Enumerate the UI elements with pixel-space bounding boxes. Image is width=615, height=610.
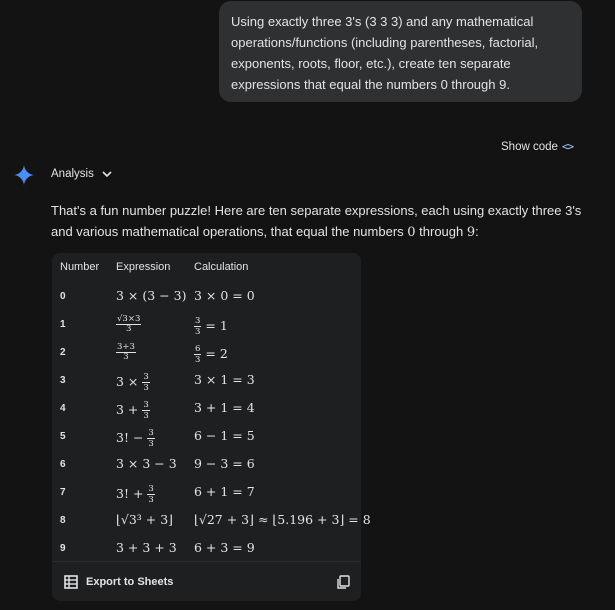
row-number: 3 bbox=[60, 375, 66, 386]
user-message-bubble: Using exactly three 3's (3 3 3) and any … bbox=[219, 1, 582, 102]
analysis-toggle[interactable]: Analysis bbox=[51, 168, 112, 180]
user-message-text: Using exactly three 3's (3 3 3) and any … bbox=[231, 14, 539, 92]
row-expression: ⌊√3³ + 3⌋ bbox=[116, 512, 174, 527]
row-calculation: 33 = 1 bbox=[194, 316, 228, 337]
sheets-icon bbox=[64, 575, 78, 589]
row-calculation: 6 + 1 = 7 bbox=[194, 484, 255, 499]
row-number: 7 bbox=[60, 487, 66, 498]
table-footer: Export to Sheets bbox=[52, 561, 361, 602]
row-number: 6 bbox=[60, 459, 66, 470]
table-row: 0 3 × (3 − 3) 3 × 0 = 0 bbox=[52, 283, 361, 311]
row-number: 9 bbox=[60, 543, 66, 554]
table-row: 8 ⌊√3³ + 3⌋ ⌊√27 + 3⌋ ≈ ⌊5.196 + 3⌋ = 8 bbox=[52, 507, 371, 535]
row-calculation: 3 × 0 = 0 bbox=[194, 288, 255, 303]
show-code-button[interactable]: Show code <> bbox=[501, 140, 574, 153]
row-expression: 3 × 3 − 3 bbox=[116, 456, 177, 471]
show-code-label: Show code bbox=[501, 140, 558, 153]
row-calculation: 6 − 1 = 5 bbox=[194, 428, 255, 443]
row-calculation: 6 + 3 = 9 bbox=[194, 540, 255, 555]
row-number: 0 bbox=[60, 291, 66, 302]
header-number: Number bbox=[60, 261, 100, 273]
table-row: 6 3 × 3 − 3 9 − 3 = 6 bbox=[52, 451, 361, 479]
row-calculation: 3 + 1 = 4 bbox=[194, 400, 255, 415]
row-number: 4 bbox=[60, 403, 66, 414]
table-row: 4 3 + 33 3 + 1 = 4 bbox=[52, 395, 361, 423]
row-calculation: 3 × 1 = 3 bbox=[194, 372, 255, 387]
table-row: 9 3 + 3 + 3 6 + 3 = 9 bbox=[52, 535, 361, 563]
row-expression: 3 + 3 + 3 bbox=[116, 540, 177, 555]
table-row: 7 3! + 33 6 + 1 = 7 bbox=[52, 479, 361, 507]
header-expression: Expression bbox=[116, 261, 171, 273]
export-to-sheets-button[interactable]: Export to Sheets bbox=[64, 575, 173, 589]
chevron-down-icon bbox=[102, 171, 112, 178]
row-expression: 3 × 33 bbox=[116, 372, 150, 393]
row-expression: 3! + 33 bbox=[116, 484, 155, 505]
gemini-sparkle-icon bbox=[14, 165, 34, 185]
table-row: 3 3 × 33 3 × 1 = 3 bbox=[52, 367, 361, 395]
export-label: Export to Sheets bbox=[86, 576, 174, 588]
code-icon: <> bbox=[561, 140, 574, 153]
header-calculation: Calculation bbox=[194, 261, 249, 273]
row-calculation: 9 − 3 = 6 bbox=[194, 456, 255, 471]
row-expression: 3! − 33 bbox=[116, 428, 155, 449]
table-row: 1 √3×3 3 33 = 1 bbox=[52, 311, 361, 339]
row-calculation: ⌊√27 + 3⌋ ≈ ⌊5.196 + 3⌋ = 8 bbox=[194, 512, 371, 527]
row-number: 1 bbox=[60, 319, 66, 330]
table-row: 5 3! − 33 6 − 1 = 5 bbox=[52, 423, 361, 451]
response-intro: That's a fun number puzzle! Here are ten… bbox=[51, 203, 582, 240]
row-number: 5 bbox=[60, 431, 66, 442]
row-number: 8 bbox=[60, 515, 66, 526]
table-row: 2 3+3 3 63 = 2 bbox=[52, 339, 361, 367]
row-expression: 3 × (3 − 3) bbox=[116, 288, 187, 303]
row-calculation: 63 = 2 bbox=[194, 344, 228, 365]
copy-icon[interactable] bbox=[336, 575, 350, 589]
row-expression: 3 + 33 bbox=[116, 400, 150, 421]
results-table: Number Expression Calculation 0 3 × (3 −… bbox=[52, 253, 371, 602]
row-expression: √3×3 3 bbox=[116, 314, 142, 334]
row-expression: 3+3 3 bbox=[116, 342, 136, 362]
row-number: 2 bbox=[60, 347, 66, 358]
analysis-label: Analysis bbox=[51, 168, 94, 180]
